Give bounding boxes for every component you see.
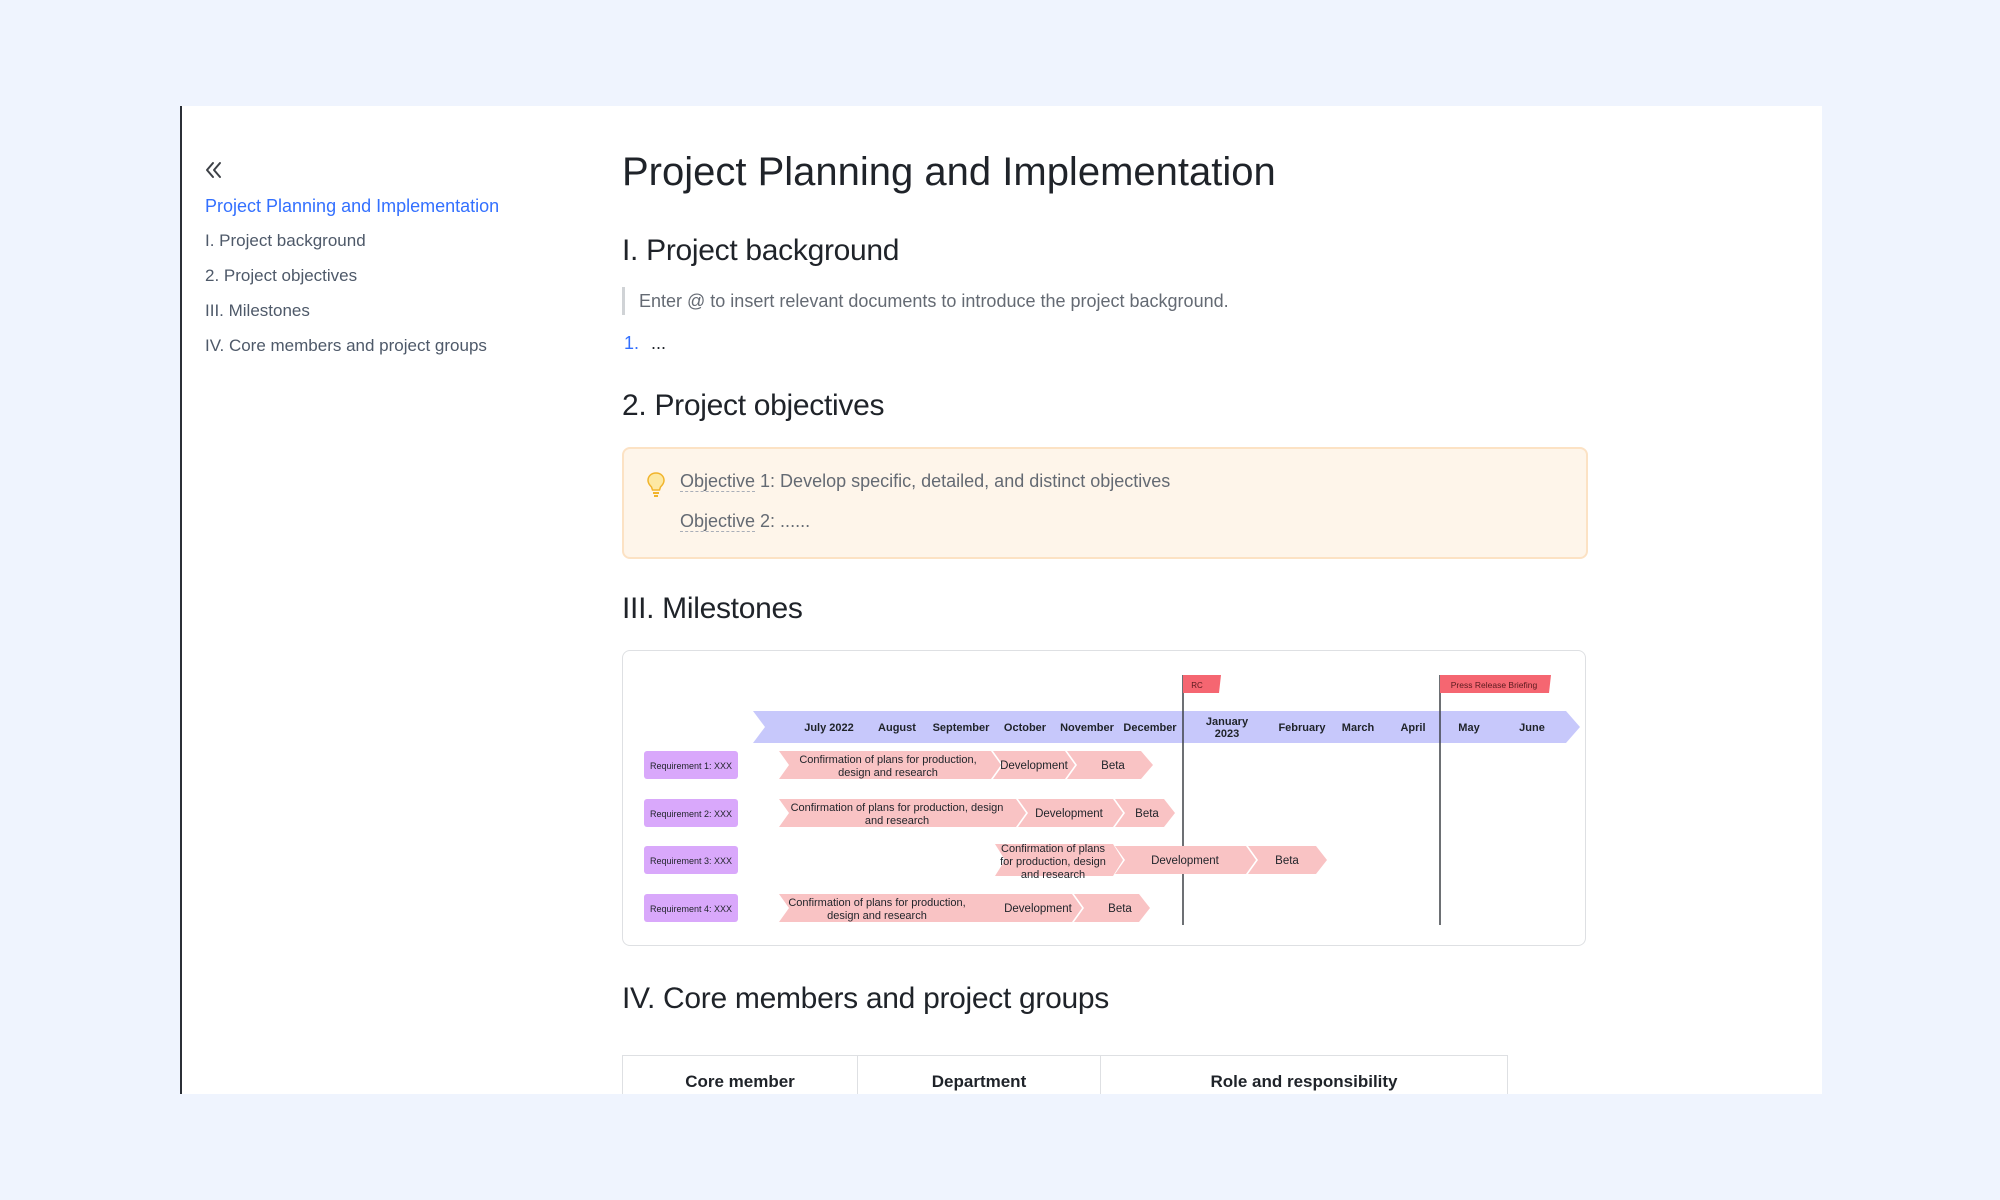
- month-label: November: [1060, 722, 1115, 734]
- flag-press-label: Press Release Briefing: [1451, 680, 1538, 690]
- background-quote[interactable]: Enter @ to insert relevant documents to …: [622, 287, 1229, 315]
- phase-label: Confirmation of plans for production,: [799, 754, 976, 766]
- lightbulb-icon: [647, 472, 665, 497]
- requirement-text: Requirement 1: XXX: [650, 761, 732, 771]
- collapse-outline-button[interactable]: [202, 158, 226, 182]
- phase-label: Beta: [1101, 760, 1125, 772]
- phase-label: Beta: [1135, 808, 1159, 820]
- objective-text: 2: ......: [755, 511, 811, 531]
- column-header-role[interactable]: Role and responsibility: [1100, 1055, 1508, 1094]
- list-text: ...: [651, 333, 667, 353]
- month-label: May: [1458, 722, 1480, 734]
- heading-milestones[interactable]: III. Milestones: [622, 592, 803, 626]
- column-header-department[interactable]: Department: [857, 1055, 1101, 1094]
- month-label: August: [878, 722, 916, 734]
- outline-item-milestones[interactable]: III. Milestones: [205, 301, 499, 336]
- phase-label: Development: [1035, 808, 1104, 820]
- heading-project-background[interactable]: I. Project background: [622, 234, 900, 268]
- roadmap-diagram: July 2022 August September October Novem…: [644, 675, 1580, 925]
- outline-item-objectives[interactable]: 2. Project objectives: [205, 266, 499, 301]
- phase-label: Beta: [1108, 903, 1132, 915]
- core-members-table[interactable]: Core member Department Role and responsi…: [622, 1055, 1508, 1094]
- phase-label: for production, design: [1000, 856, 1106, 868]
- month-label: March: [1342, 722, 1375, 734]
- requirement-text: Requirement 4: XXX: [650, 904, 732, 914]
- month-label: January: [1206, 716, 1249, 728]
- phase-label: Development: [1000, 760, 1069, 772]
- requirement-text: Requirement 2: XXX: [650, 809, 732, 819]
- objectives-callout[interactable]: Objective 1: Develop specific, detailed,…: [622, 447, 1588, 559]
- phase-label: Beta: [1275, 855, 1299, 867]
- phase-label: and research: [1021, 869, 1085, 881]
- heading-project-objectives[interactable]: 2. Project objectives: [622, 389, 884, 423]
- objective-line-2[interactable]: Objective 2: ......: [680, 511, 810, 532]
- phase-label: design and research: [838, 767, 938, 779]
- month-label: 2023: [1215, 728, 1239, 740]
- outline-item-title[interactable]: Project Planning and Implementation: [205, 196, 499, 231]
- list-number: 1.: [624, 333, 640, 353]
- month-label: December: [1123, 722, 1177, 734]
- column-header-core-member[interactable]: Core member: [622, 1055, 858, 1094]
- requirement-text: Requirement 3: XXX: [650, 856, 732, 866]
- phase-label: and research: [865, 815, 929, 827]
- month-label: April: [1400, 722, 1425, 734]
- double-chevron-left-icon: [206, 162, 221, 178]
- flag-rc-label: RC: [1191, 681, 1203, 690]
- objective-line-1[interactable]: Objective 1: Develop specific, detailed,…: [680, 471, 1170, 492]
- heading-core-members[interactable]: IV. Core members and project groups: [622, 982, 1109, 1016]
- phase-label: Development: [1151, 855, 1220, 867]
- month-label: February: [1278, 722, 1326, 734]
- month-label: July 2022: [804, 722, 854, 734]
- outline-item-background[interactable]: I. Project background: [205, 231, 499, 266]
- phase-label: Confirmation of plans: [1001, 843, 1105, 855]
- month-label: October: [1004, 722, 1047, 734]
- outline-item-core-members[interactable]: IV. Core members and project groups: [205, 336, 499, 371]
- phase-label: Development: [1004, 903, 1073, 915]
- milestones-roadmap[interactable]: July 2022 August September October Novem…: [622, 650, 1586, 946]
- phase-label: Confirmation of plans for production,: [788, 897, 965, 909]
- document-window: Project Planning and Implementation I. P…: [180, 106, 1822, 1094]
- objective-text: 1: Develop specific, detailed, and disti…: [755, 471, 1171, 491]
- month-label: June: [1519, 722, 1545, 734]
- phase-label: Confirmation of plans for production, de…: [791, 802, 1004, 814]
- objective-keyword: Objective: [680, 511, 756, 532]
- list-item[interactable]: 1....: [624, 329, 666, 357]
- document-outline: Project Planning and Implementation I. P…: [205, 196, 499, 371]
- phase-label: design and research: [827, 910, 927, 922]
- month-label: September: [933, 722, 991, 734]
- objective-keyword: Objective: [680, 471, 756, 492]
- page-title[interactable]: Project Planning and Implementation: [622, 150, 1276, 195]
